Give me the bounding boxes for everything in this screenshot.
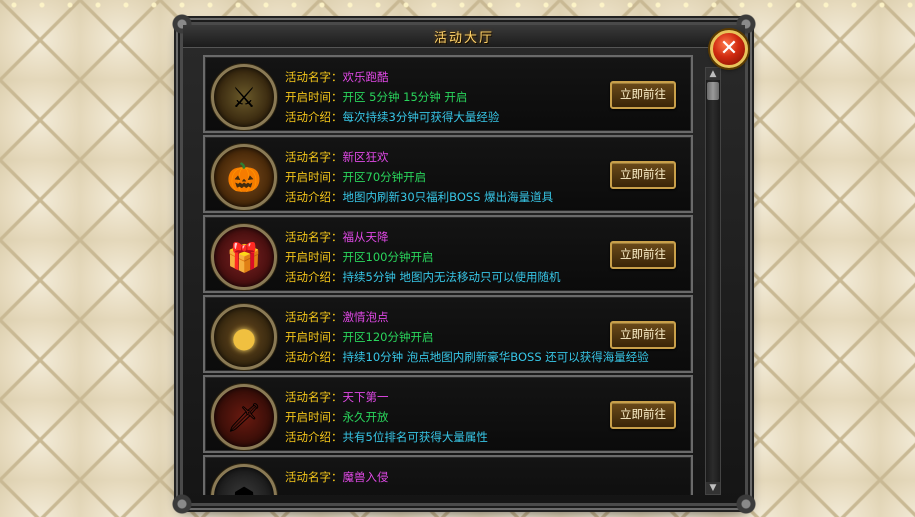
- activity-card: 🎁 活动名字：福从天降 开启时间：开区100分钟开启 活动介绍：持续5分钟 地图…: [203, 215, 693, 293]
- activity-time: 开区 5分钟 15分钟 开启: [342, 90, 468, 104]
- activity-hall-panel: 活动大厅 ⚔ 活动名字：欢乐跑酷 开启时间：开区 5分钟 15分钟 开启 活动介…: [169, 11, 759, 517]
- close-icon: ✕: [719, 36, 739, 61]
- activity-list: ⚔ 活动名字：欢乐跑酷 开启时间：开区 5分钟 15分钟 开启 活动介绍：每次持…: [203, 55, 693, 495]
- gift-box-icon: 🎁: [211, 224, 277, 290]
- desc-label: 活动介绍：: [285, 110, 343, 124]
- title-bar: 活动大厅: [183, 25, 745, 48]
- running-warrior-icon: ⚔: [211, 64, 277, 130]
- activity-desc: 每次持续3分钟可获得大量经验: [342, 110, 500, 124]
- scroll-thumb[interactable]: [707, 82, 719, 100]
- ornament-corner: [169, 491, 195, 517]
- activity-name: 天下第一: [342, 390, 389, 404]
- time-label: 开启时间：: [285, 250, 343, 264]
- activity-time: 开区120分钟开启: [342, 330, 434, 344]
- desc-label: 活动介绍：: [285, 270, 343, 284]
- go-now-button[interactable]: 立即前往: [610, 241, 676, 269]
- desc-label: 活动介绍：: [285, 430, 343, 444]
- time-label: 开启时间：: [285, 410, 343, 424]
- desc-label: 活动介绍：: [285, 350, 343, 364]
- activity-desc: 共有5位排名可获得大量属性: [342, 430, 488, 444]
- activity-time: 开区100分钟开启: [342, 250, 434, 264]
- name-label: 活动名字：: [285, 470, 343, 484]
- name-label: 活动名字：: [285, 310, 343, 324]
- scroll-up-arrow-icon[interactable]: ▲: [706, 68, 720, 80]
- golden-orb-icon: ●: [211, 304, 277, 370]
- activity-desc: 地图内刷新30只福利BOSS 爆出海量道具: [342, 190, 554, 204]
- pumpkin-icon: 🎃: [211, 144, 277, 210]
- go-now-button[interactable]: 立即前往: [610, 81, 676, 109]
- activity-card: ⚔ 活动名字：欢乐跑酷 开启时间：开区 5分钟 15分钟 开启 活动介绍：每次持…: [203, 55, 693, 133]
- scrollbar[interactable]: ▲ ▼: [705, 67, 721, 495]
- activity-name: 欢乐跑酷: [342, 70, 389, 84]
- close-button[interactable]: ✕: [710, 30, 748, 68]
- activity-name: 新区狂欢: [342, 150, 389, 164]
- ornament-corner: [733, 491, 759, 517]
- activity-card: 🗡 活动名字：天下第一 开启时间：永久开放 活动介绍：共有5位排名可获得大量属性…: [203, 375, 693, 453]
- name-label: 活动名字：: [285, 150, 343, 164]
- activity-time: 开区70分钟开启: [342, 170, 427, 184]
- activity-card: ☗ 活动名字：魔兽入侵: [203, 455, 693, 495]
- activity-desc: 持续5分钟 地图内无法移动只可以使用随机: [342, 270, 561, 284]
- time-label: 开启时间：: [285, 170, 343, 184]
- name-label: 活动名字：: [285, 230, 343, 244]
- activity-name: 魔兽入侵: [342, 470, 389, 484]
- activity-name: 福从天降: [342, 230, 389, 244]
- go-now-button[interactable]: 立即前往: [610, 401, 676, 429]
- activity-name: 激情泡点: [342, 310, 389, 324]
- orb-glyph: ●: [231, 320, 257, 354]
- flaming-blade-icon: 🗡: [211, 384, 277, 450]
- activity-card: ● 活动名字：激情泡点 开启时间：开区120分钟开启 活动介绍：持续10分钟 泡…: [203, 295, 693, 373]
- activity-card: 🎃 活动名字：新区狂欢 开启时间：开区70分钟开启 活动介绍：地图内刷新30只福…: [203, 135, 693, 213]
- go-now-button[interactable]: 立即前往: [610, 161, 676, 189]
- activity-time: 永久开放: [342, 410, 389, 424]
- name-label: 活动名字：: [285, 390, 343, 404]
- time-label: 开启时间：: [285, 90, 343, 104]
- scroll-down-arrow-icon[interactable]: ▼: [706, 482, 720, 494]
- name-label: 活动名字：: [285, 70, 343, 84]
- beast-icon: ☗: [211, 464, 277, 495]
- desc-label: 活动介绍：: [285, 190, 343, 204]
- time-label: 开启时间：: [285, 330, 343, 344]
- go-now-button[interactable]: 立即前往: [610, 321, 676, 349]
- panel-title: 活动大厅: [433, 31, 494, 46]
- decorative-lights: [0, 0, 915, 10]
- activity-desc: 持续10分钟 泡点地图内刷新豪华BOSS 还可以获得海量经验: [342, 350, 649, 364]
